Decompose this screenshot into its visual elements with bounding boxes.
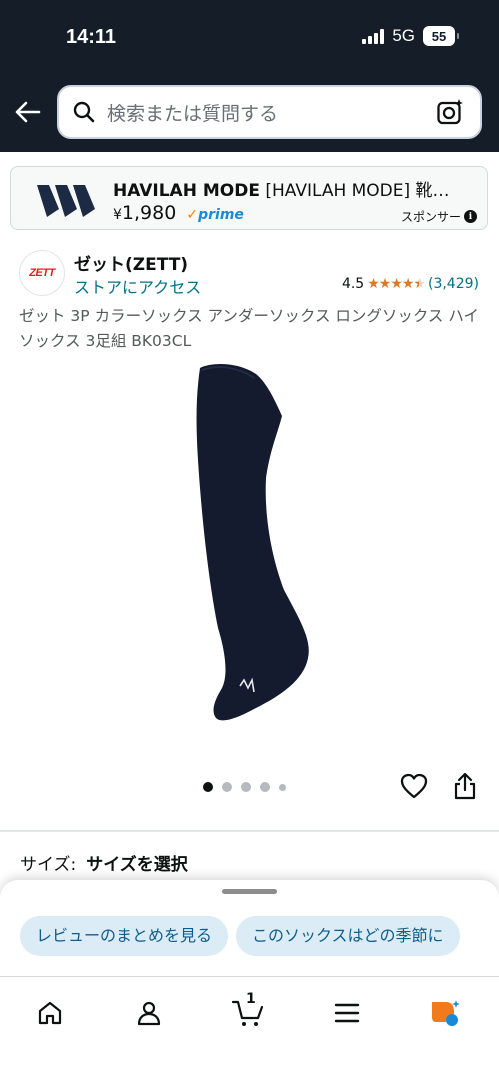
- signal-icon: [362, 28, 385, 44]
- brand-logo-text: ZETT: [29, 267, 55, 279]
- sponsor-brand: HAVILAH MODE: [113, 181, 260, 201]
- prime-label: prime: [198, 207, 244, 223]
- nav-rufus[interactable]: [425, 993, 465, 1033]
- suggestion-chips: レビューのまとめを見る このソックスはどの季節に: [20, 916, 499, 956]
- search-header: 検索または質問する: [0, 76, 499, 152]
- carousel-dot[interactable]: [222, 782, 232, 792]
- brand-name: ゼット(ZETT): [74, 255, 189, 275]
- rating-summary[interactable]: 4.5 ★★★★★ (3,429): [342, 276, 479, 292]
- nav-account[interactable]: [129, 993, 169, 1033]
- back-arrow-icon: [15, 101, 41, 123]
- image-carousel-dots[interactable]: [203, 782, 286, 792]
- battery-icon: 55: [423, 26, 459, 46]
- sponsored-text: スポンサー: [400, 210, 461, 224]
- sponsor-title-text: [HAVILAH MODE] 靴…: [259, 181, 450, 201]
- menu-icon: [334, 1003, 360, 1023]
- nav-home[interactable]: [30, 993, 70, 1033]
- rating-count: (3,429): [427, 276, 479, 292]
- suggestion-chip-review-summary[interactable]: レビューのまとめを見る: [20, 916, 229, 956]
- star-rating-icon: ★★★★★: [367, 276, 426, 292]
- carousel-dot[interactable]: [279, 783, 286, 791]
- size-selector[interactable]: サイズ: サイズを選択: [20, 850, 188, 875]
- home-icon: [38, 1001, 62, 1025]
- back-button[interactable]: [12, 96, 44, 128]
- info-icon: i: [464, 210, 477, 223]
- sponsored-label[interactable]: スポンサー i: [401, 208, 477, 225]
- sponsored-ad[interactable]: HAVILAH MODE [HAVILAH MODE] 靴… ¥1,980 ✓p…: [10, 166, 488, 230]
- carousel-dot[interactable]: [260, 782, 270, 792]
- product-image[interactable]: [160, 358, 340, 738]
- status-bar: 14:11 5G 55: [0, 0, 499, 76]
- sponsor-price-value: 1,980: [121, 202, 177, 224]
- search-input[interactable]: 検索または質問する: [57, 85, 482, 139]
- bottom-sheet: レビューのまとめを見る このソックスはどの季節に 1: [0, 880, 499, 1080]
- network-type: 5G: [392, 26, 415, 45]
- share-icon: [454, 772, 476, 800]
- nav-cart[interactable]: 1: [228, 991, 268, 1033]
- status-time: 14:11: [66, 26, 117, 48]
- share-button[interactable]: [449, 770, 481, 802]
- product-title: ゼット 3P カラーソックス アンダーソックス ロングソックス ハイソックス 3…: [19, 307, 480, 350]
- nav-menu[interactable]: [327, 993, 367, 1033]
- rufus-assistant-icon: [432, 1000, 460, 1026]
- suggestion-chip-season[interactable]: このソックスはどの季節に: [236, 916, 460, 956]
- sponsor-price: ¥1,980 ✓prime: [113, 202, 244, 224]
- prime-badge: ✓prime: [186, 207, 244, 223]
- size-value: サイズを選択: [86, 855, 188, 875]
- carousel-dot[interactable]: [241, 782, 251, 792]
- search-placeholder: 検索または質問する: [107, 102, 279, 125]
- size-label: サイズ:: [20, 855, 77, 875]
- rating-value: 4.5: [341, 276, 365, 292]
- sponsor-logo: [37, 185, 95, 217]
- search-icon: [71, 99, 97, 125]
- bottom-navigation: 1: [0, 976, 499, 1080]
- status-indicators: 5G 55: [362, 26, 459, 46]
- sheet-drag-handle[interactable]: [222, 889, 277, 894]
- heart-icon: [400, 773, 428, 799]
- wishlist-button[interactable]: [398, 770, 430, 802]
- prime-check-icon: ✓: [186, 207, 199, 223]
- visit-store-link[interactable]: ストアにアクセス: [74, 274, 201, 298]
- user-icon: [137, 1001, 161, 1026]
- currency-symbol: ¥: [113, 207, 122, 223]
- cart-count: 1: [246, 991, 256, 1007]
- brand-logo[interactable]: ZETT: [19, 250, 65, 296]
- sponsor-title: HAVILAH MODE [HAVILAH MODE] 靴…: [113, 176, 475, 201]
- section-divider: [0, 830, 499, 832]
- camera-search-icon[interactable]: [434, 96, 466, 128]
- carousel-dot[interactable]: [203, 782, 213, 792]
